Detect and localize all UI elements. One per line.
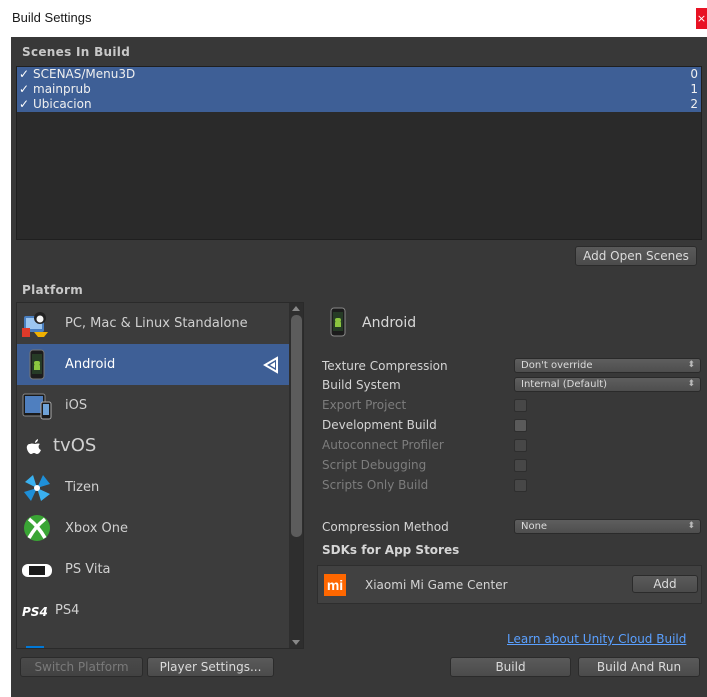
- compression-method-label: Compression Method: [322, 520, 449, 534]
- scene-checkbox[interactable]: ✓: [19, 97, 33, 112]
- window-title: Build Settings: [12, 10, 92, 25]
- platform-label: tvOS: [53, 435, 97, 456]
- build-settings-window: Scenes In Build ✓ SCENAS/Menu3D 0 ✓ main…: [11, 37, 707, 697]
- android-icon: [330, 307, 346, 337]
- platform-label: PS Vita: [65, 562, 111, 577]
- scene-checkbox[interactable]: ✓: [19, 67, 33, 82]
- build-system-dropdown[interactable]: Internal (Default) ⬍: [514, 377, 701, 392]
- scene-name: Ubicacion: [33, 97, 92, 111]
- build-button[interactable]: Build: [450, 657, 571, 677]
- xiaomi-logo-icon: mi: [324, 574, 346, 596]
- scripts-only-build-checkbox[interactable]: [514, 479, 527, 492]
- script-debugging-label: Script Debugging: [322, 458, 427, 472]
- android-icon: [20, 349, 54, 380]
- platform-item-tizen[interactable]: Tizen: [17, 467, 289, 508]
- platform-header: Platform: [22, 283, 84, 297]
- development-build-label: Development Build: [322, 418, 437, 432]
- dropdown-caret-icon: ⬍: [687, 521, 695, 531]
- ps4-icon: PS4: [20, 595, 54, 626]
- scene-name: SCENAS/Menu3D: [33, 67, 136, 81]
- platform-label: PC, Mac & Linux Standalone: [65, 316, 248, 331]
- platform-item-android[interactable]: Android: [17, 344, 289, 385]
- platform-settings-panel: Android Texture Compression Don't overri…: [307, 302, 707, 649]
- xbox-icon: [20, 513, 54, 544]
- platform-item-windows-partial[interactable]: [17, 631, 289, 648]
- unity-active-platform-icon: [263, 356, 281, 377]
- platform-item-ps4[interactable]: PS4 PS4: [17, 590, 289, 631]
- scroll-up-icon[interactable]: [292, 306, 300, 311]
- platform-label: Tizen: [65, 480, 100, 495]
- player-settings-button[interactable]: Player Settings...: [147, 657, 274, 677]
- dropdown-caret-icon: ⬍: [687, 379, 695, 389]
- scene-name: mainprub: [33, 82, 91, 96]
- dropdown-caret-icon: ⬍: [687, 360, 695, 370]
- scene-row[interactable]: ✓ Ubicacion 2: [17, 97, 701, 112]
- build-system-value: Internal (Default): [521, 379, 608, 390]
- psvita-icon: [20, 554, 54, 585]
- platform-item-psvita[interactable]: PS Vita: [17, 549, 289, 590]
- autoconnect-profiler-label: Autoconnect Profiler: [322, 438, 444, 452]
- switch-platform-button[interactable]: Switch Platform: [20, 657, 143, 677]
- scene-index: 2: [690, 97, 698, 111]
- platform-label: Xbox One: [65, 521, 129, 536]
- platform-list-scrollbar[interactable]: [289, 303, 303, 648]
- title-bar: Build Settings ×: [0, 0, 707, 37]
- close-icon[interactable]: ×: [696, 8, 707, 29]
- scene-row[interactable]: ✓ mainprub 1: [17, 82, 701, 97]
- scene-row[interactable]: ✓ SCENAS/Menu3D 0: [17, 67, 701, 82]
- platform-item-pc[interactable]: PC, Mac & Linux Standalone: [17, 303, 289, 344]
- platform-label: Android: [65, 357, 116, 372]
- autoconnect-profiler-checkbox[interactable]: [514, 439, 527, 452]
- pc-standalone-icon: [20, 308, 54, 339]
- windows-store-icon: [20, 636, 54, 648]
- scenes-list[interactable]: ✓ SCENAS/Menu3D 0 ✓ mainprub 1 ✓ Ubicaci…: [16, 66, 702, 240]
- add-open-scenes-button[interactable]: Add Open Scenes: [575, 246, 697, 266]
- export-project-checkbox[interactable]: [514, 399, 527, 412]
- export-project-label: Export Project: [322, 398, 407, 412]
- development-build-checkbox[interactable]: [514, 419, 527, 432]
- scenes-in-build-header: Scenes In Build: [22, 45, 131, 59]
- platform-item-tvos[interactable]: tvOS: [17, 426, 289, 467]
- svg-text:PS4: PS4: [22, 605, 48, 619]
- scene-index: 1: [690, 82, 698, 96]
- texture-compression-dropdown[interactable]: Don't override ⬍: [514, 358, 701, 373]
- build-and-run-button[interactable]: Build And Run: [578, 657, 700, 677]
- platform-label: iOS: [65, 398, 88, 413]
- platform-item-ios[interactable]: iOS: [17, 385, 289, 426]
- script-debugging-checkbox[interactable]: [514, 459, 527, 472]
- scene-index: 0: [690, 67, 698, 81]
- scroll-down-icon[interactable]: [292, 640, 300, 645]
- store-name: Xiaomi Mi Game Center: [365, 578, 508, 592]
- compression-method-value: None: [521, 521, 548, 532]
- platform-settings-title: Android: [362, 315, 417, 331]
- add-store-button[interactable]: Add: [632, 575, 698, 593]
- platform-list[interactable]: PC, Mac & Linux Standalone Android iOS t…: [16, 302, 304, 649]
- xiaomi-store-row: mi Xiaomi Mi Game Center Add: [317, 565, 702, 604]
- scene-checkbox[interactable]: ✓: [19, 82, 33, 97]
- ios-icon: [20, 390, 54, 421]
- unity-cloud-build-link[interactable]: Learn about Unity Cloud Build: [507, 632, 686, 646]
- appletv-icon: [20, 431, 54, 462]
- texture-compression-value: Don't override: [521, 360, 593, 371]
- platform-item-xbox[interactable]: Xbox One: [17, 508, 289, 549]
- sdks-for-app-stores-header: SDKs for App Stores: [322, 543, 460, 557]
- build-system-label: Build System: [322, 378, 401, 392]
- texture-compression-label: Texture Compression: [322, 359, 448, 373]
- scripts-only-build-label: Scripts Only Build: [322, 478, 429, 492]
- compression-method-dropdown[interactable]: None ⬍: [514, 519, 701, 534]
- platform-label: PS4: [55, 603, 80, 618]
- scrollbar-thumb[interactable]: [291, 315, 302, 537]
- tizen-icon: [20, 472, 54, 503]
